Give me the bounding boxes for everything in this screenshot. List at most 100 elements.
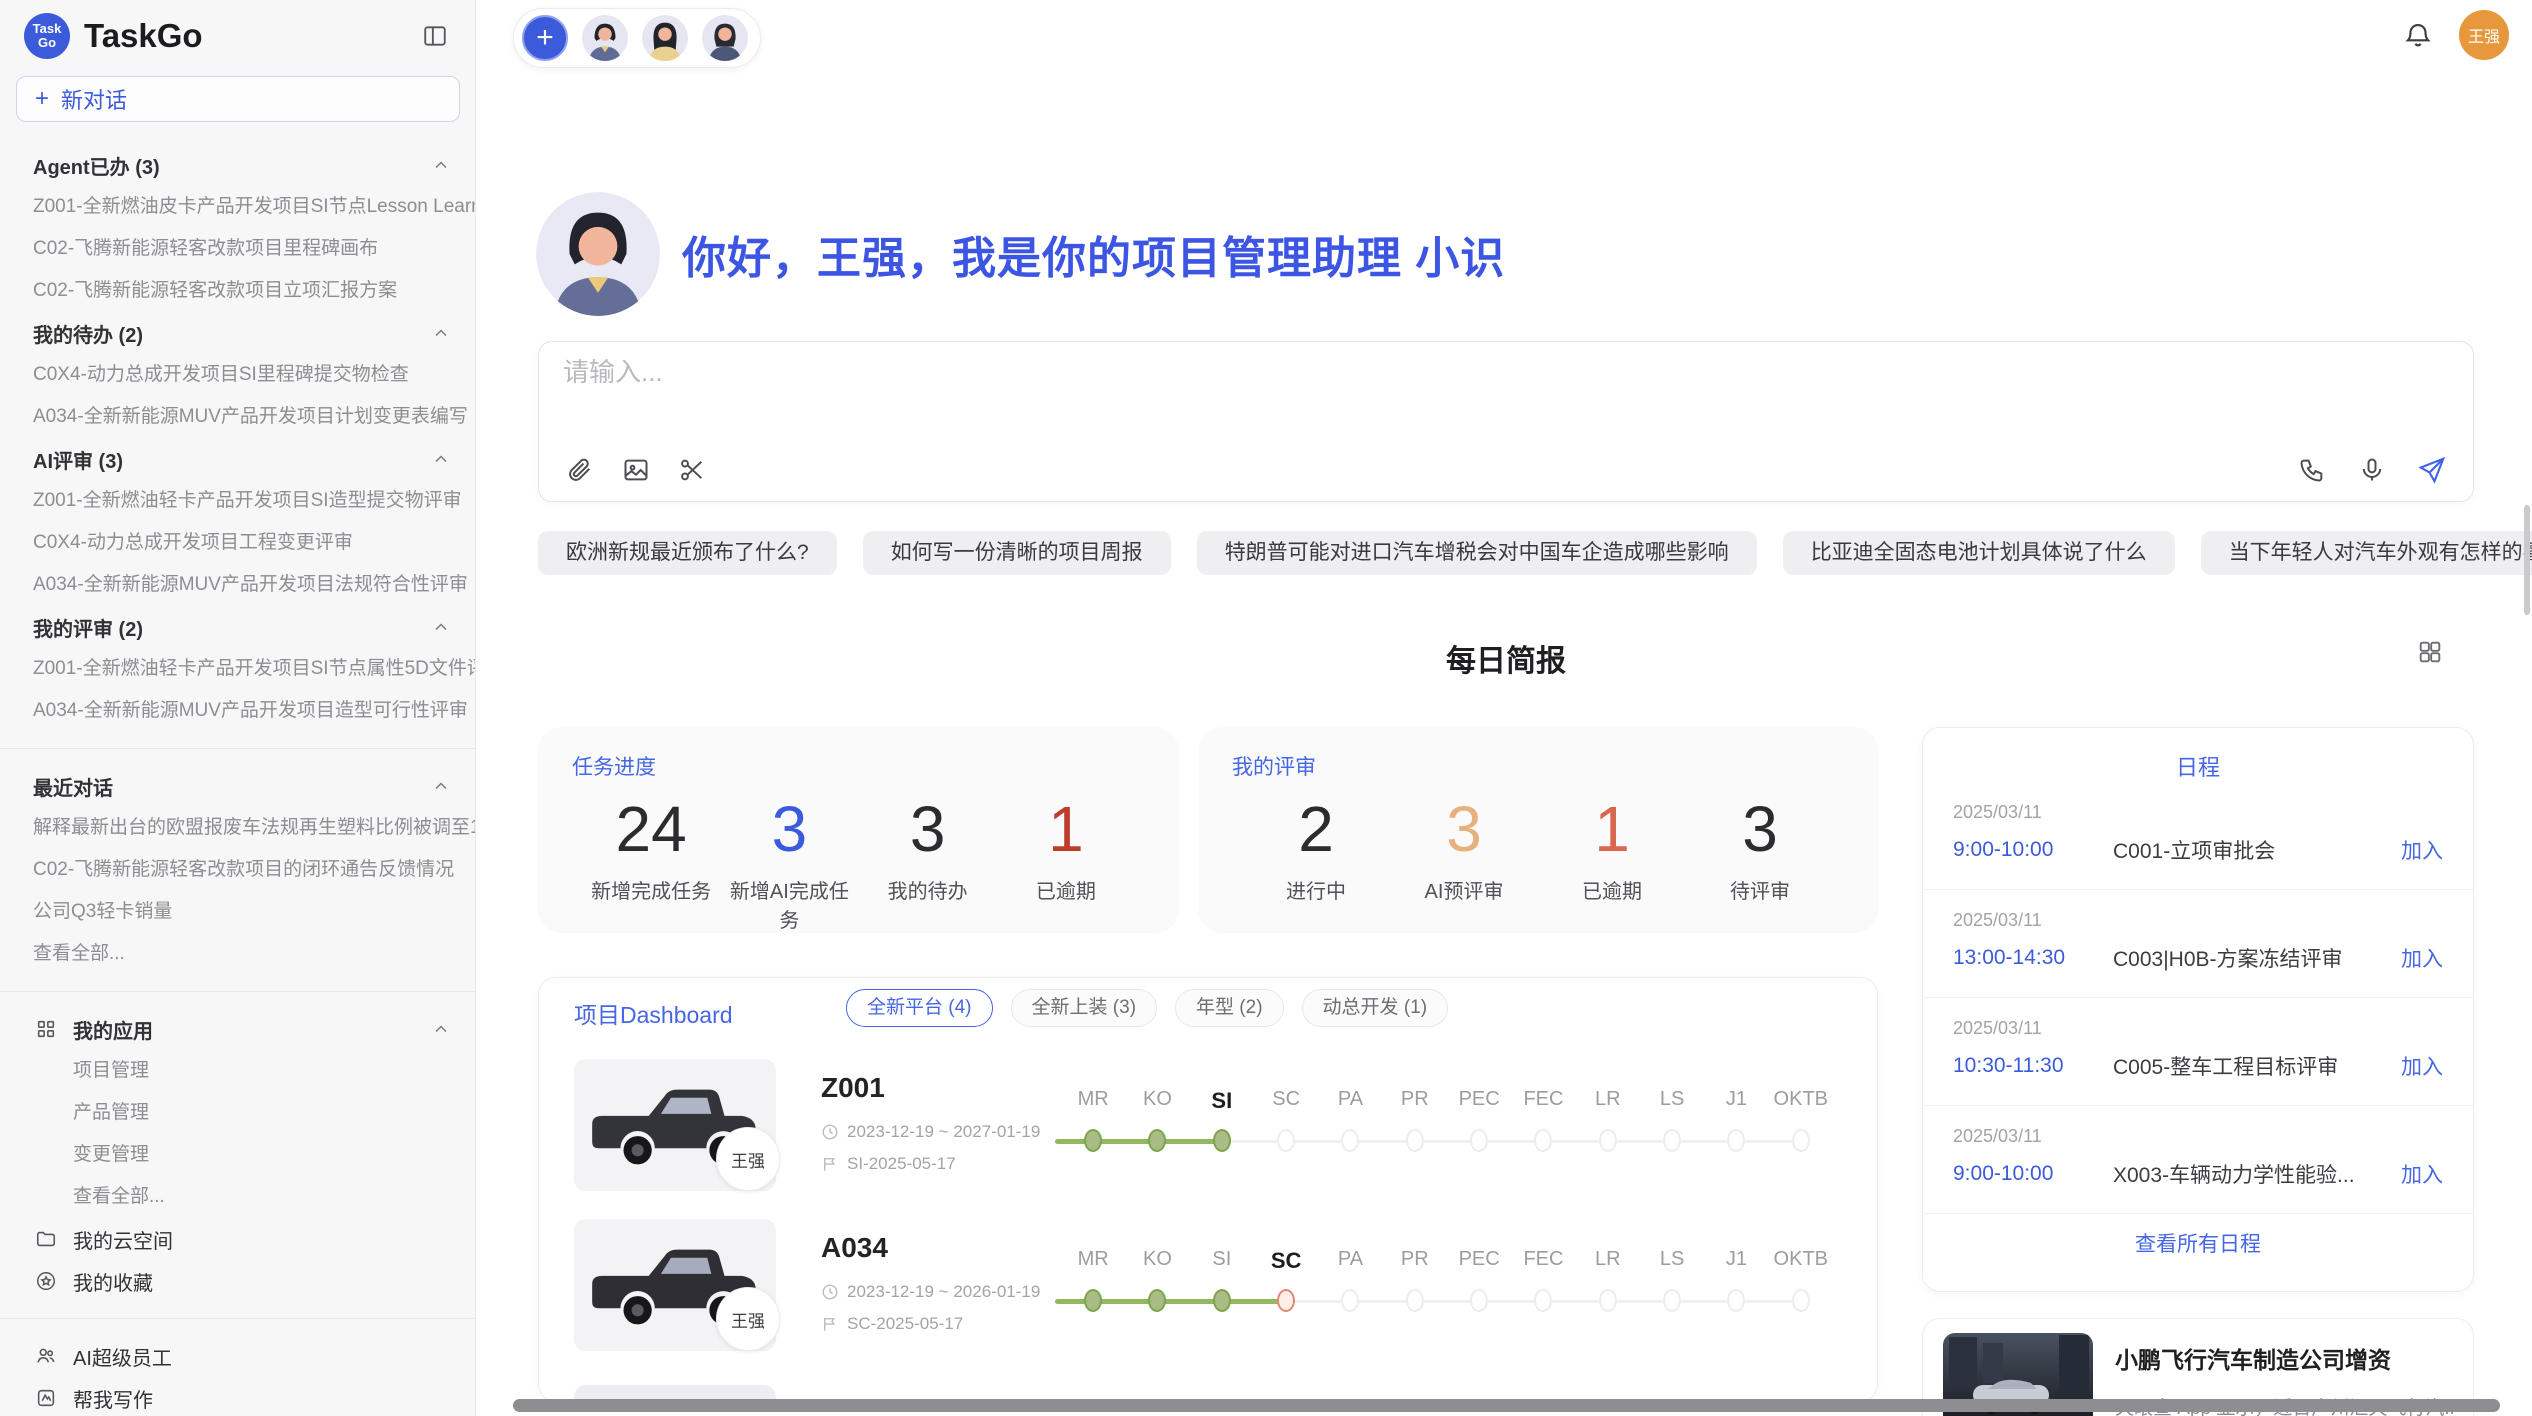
list-item[interactable]: Z001-全新燃油轻卡产品开发项目SI造型提交物评审 [0,480,475,522]
chevron-up-icon[interactable] [431,155,451,175]
milestone-timeline: MRKOSISCPAPRPECFECLRLSJ1OKTB [1061,1046,1833,1206]
project-owner-badge: 王强 [716,1127,780,1191]
taskgo-logo: Task Go [24,13,70,59]
list-item[interactable]: A034-全新新能源MUV产品开发项目计划变更表编写 [0,396,475,438]
section-recent-chats[interactable]: 最近对话 [0,765,475,807]
image-icon[interactable] [619,453,653,487]
avatar[interactable] [702,15,748,61]
schedule-item: 2025/03/11 13:00-14:30 C003|H0B-方案冻结评审 加… [1923,890,2473,998]
topbar-right: 王强 [2403,10,2509,60]
sidebar-item-my-apps[interactable]: 我的应用 [0,1008,475,1050]
list-item[interactable]: C02-飞腾新能源轻客改款项目里程碑画布 [0,228,475,270]
my-review-card: 我的评审 2 进行中 3 AI预评审 1 已逾期 3 待评审 [1198,727,1878,933]
send-icon[interactable] [2415,453,2449,487]
tab-new-platform[interactable]: 全新平台 (4) [846,989,993,1027]
list-item[interactable]: C02-飞腾新能源轻客改款项目立项汇报方案 [0,270,475,312]
paperclip-icon[interactable] [563,453,597,487]
input-attachments [563,453,709,487]
schedule-date: 2025/03/11 [1953,1126,2443,1147]
main-content: + 王强 你好，王强，我是你的项目管理助理 小识 [476,0,2532,1416]
tab-new-top[interactable]: 全新上装 (3) [1011,989,1158,1027]
logo-line2: Go [38,36,56,50]
suggestion-chip[interactable]: 当下年轻人对汽车外观有怎样的喜好趋势 [2201,531,2532,575]
join-link[interactable]: 加入 [2401,943,2443,973]
chat-input[interactable] [561,356,2065,389]
list-item[interactable]: C0X4-动力总成开发项目SI里程碑提交物检查 [0,354,475,396]
layout-grid-icon[interactable] [2416,638,2444,666]
chevron-up-icon[interactable] [431,776,451,796]
collapse-sidebar-icon[interactable] [417,18,453,54]
list-item[interactable]: 公司Q3轻卡销量 [0,891,475,933]
section-my-review[interactable]: 我的评审 (2) [0,606,475,648]
schedule-time: 10:30-11:30 [1953,1054,2113,1078]
chat-input-box [538,341,2474,502]
mic-icon[interactable] [2355,453,2389,487]
logo-line1: Task [33,22,62,36]
join-link[interactable]: 加入 [2401,1051,2443,1081]
dashboard-title: 项目Dashboard [574,996,733,1030]
suggestion-chip[interactable]: 如何写一份清晰的项目周报 [863,531,1171,575]
chevron-up-icon[interactable] [431,449,451,469]
suggestion-chip[interactable]: 欧洲新规最近颁布了什么? [538,531,837,575]
view-all-apps[interactable]: 查看全部... [0,1176,475,1218]
dashboard-header: 项目Dashboard 全新平台 (4) 全新上装 (3) 年型 (2) 动总开… [539,978,1877,1046]
sidebar-item-change-mgmt[interactable]: 变更管理 [0,1134,475,1176]
join-link[interactable]: 加入 [2401,835,2443,865]
sidebar-item-cloud-space[interactable]: 我的云空间 [0,1218,475,1260]
list-item[interactable]: Z001-全新燃油皮卡产品开发项目SI节点Lesson Learn报告 [0,186,475,228]
clock-icon [821,1123,839,1141]
stat-overdue: 1 已逾期 [1538,793,1686,904]
new-chat-button[interactable]: + 新对话 [16,76,460,122]
list-item[interactable]: A034-全新新能源MUV产品开发项目法规符合性评审 [0,564,475,606]
project-dashboard-card: 项目Dashboard 全新平台 (4) 全新上装 (3) 年型 (2) 动总开… [538,977,1878,1402]
notification-bell-icon[interactable] [2403,20,2433,50]
view-all-chats[interactable]: 查看全部... [0,933,475,975]
section-my-todo[interactable]: 我的待办 (2) [0,312,475,354]
suggestion-chip[interactable]: 特朗普可能对进口汽车增税会对中国车企造成哪些影响 [1197,531,1757,575]
sidebar-item-help-write[interactable]: 帮我写作 [0,1377,475,1416]
vertical-scrollbar[interactable] [2524,505,2530,615]
chevron-up-icon[interactable] [431,323,451,343]
list-item[interactable]: Z001-全新燃油轻卡产品开发项目SI节点属性5D文件评审 [0,648,475,690]
avatar[interactable] [582,15,628,61]
plus-icon: + [35,85,49,113]
scissors-icon[interactable] [675,453,709,487]
project-flag-date: SI-2025-05-17 [821,1154,956,1174]
sidebar-item-ai-super-staff[interactable]: AI超级员工 [0,1335,475,1377]
suggestion-chip[interactable]: 比亚迪全固态电池计划具体说了什么 [1783,531,2175,575]
schedule-item: 2025/03/11 9:00-10:00 C001-立项审批会 加入 [1923,782,2473,890]
tab-year-model[interactable]: 年型 (2) [1175,989,1284,1027]
avatar[interactable] [642,15,688,61]
project-row[interactable]: 王强 Z001 2023-12-19 ~ 2027-01-19 SI-2025-… [539,1046,1877,1206]
schedule-time: 9:00-10:00 [1953,1162,2113,1186]
list-item[interactable]: 解释最新出台的欧盟报废车法规再生塑料比例被调至15%... [0,807,475,849]
card-title: 我的评审 [1232,751,1844,781]
sidebar-item-product-mgmt[interactable]: 产品管理 [0,1092,475,1134]
view-all-schedule-link[interactable]: 查看所有日程 [1923,1228,2473,1258]
user-avatar[interactable]: 王强 [2459,10,2509,60]
horizontal-scrollbar[interactable] [513,1399,2500,1412]
phone-icon[interactable] [2295,453,2329,487]
tab-powertrain[interactable]: 动总开发 (1) [1302,989,1449,1027]
flag-icon [821,1155,839,1173]
list-item[interactable]: C0X4-动力总成开发项目工程变更评审 [0,522,475,564]
join-link[interactable]: 加入 [2401,1159,2443,1189]
milestone-timeline: MRKOSISCPAPRPECFECLRLSJ1OKTB [1061,1206,1833,1366]
sidebar-item-favorites[interactable]: 我的收藏 [0,1260,475,1302]
stat-overdue: 1 已逾期 [997,793,1135,933]
chevron-up-icon[interactable] [431,1019,451,1039]
project-flag-date: SC-2025-05-17 [821,1314,963,1334]
project-row[interactable]: 王强 A034 2023-12-19 ~ 2026-01-19 SC-2025-… [539,1206,1877,1366]
card-title: 任务进度 [572,751,1145,781]
daily-briefing-title: 每日简报 [538,636,2474,680]
chevron-up-icon[interactable] [431,617,451,637]
list-item[interactable]: C02-飞腾新能源轻客改款项目的闭环通告反馈情况 [0,849,475,891]
add-agent-button[interactable]: + [522,15,568,61]
stat-ai-prereview: 3 AI预评审 [1390,793,1538,904]
divider [0,1318,475,1319]
schedule-name: C003|H0B-方案冻结评审 [2113,943,2401,973]
list-item[interactable]: A034-全新新能源MUV产品开发项目造型可行性评审 [0,690,475,732]
sidebar-item-project-mgmt[interactable]: 项目管理 [0,1050,475,1092]
section-ai-review[interactable]: AI评审 (3) [0,438,475,480]
section-agent-done[interactable]: Agent已办 (3) [0,144,475,186]
